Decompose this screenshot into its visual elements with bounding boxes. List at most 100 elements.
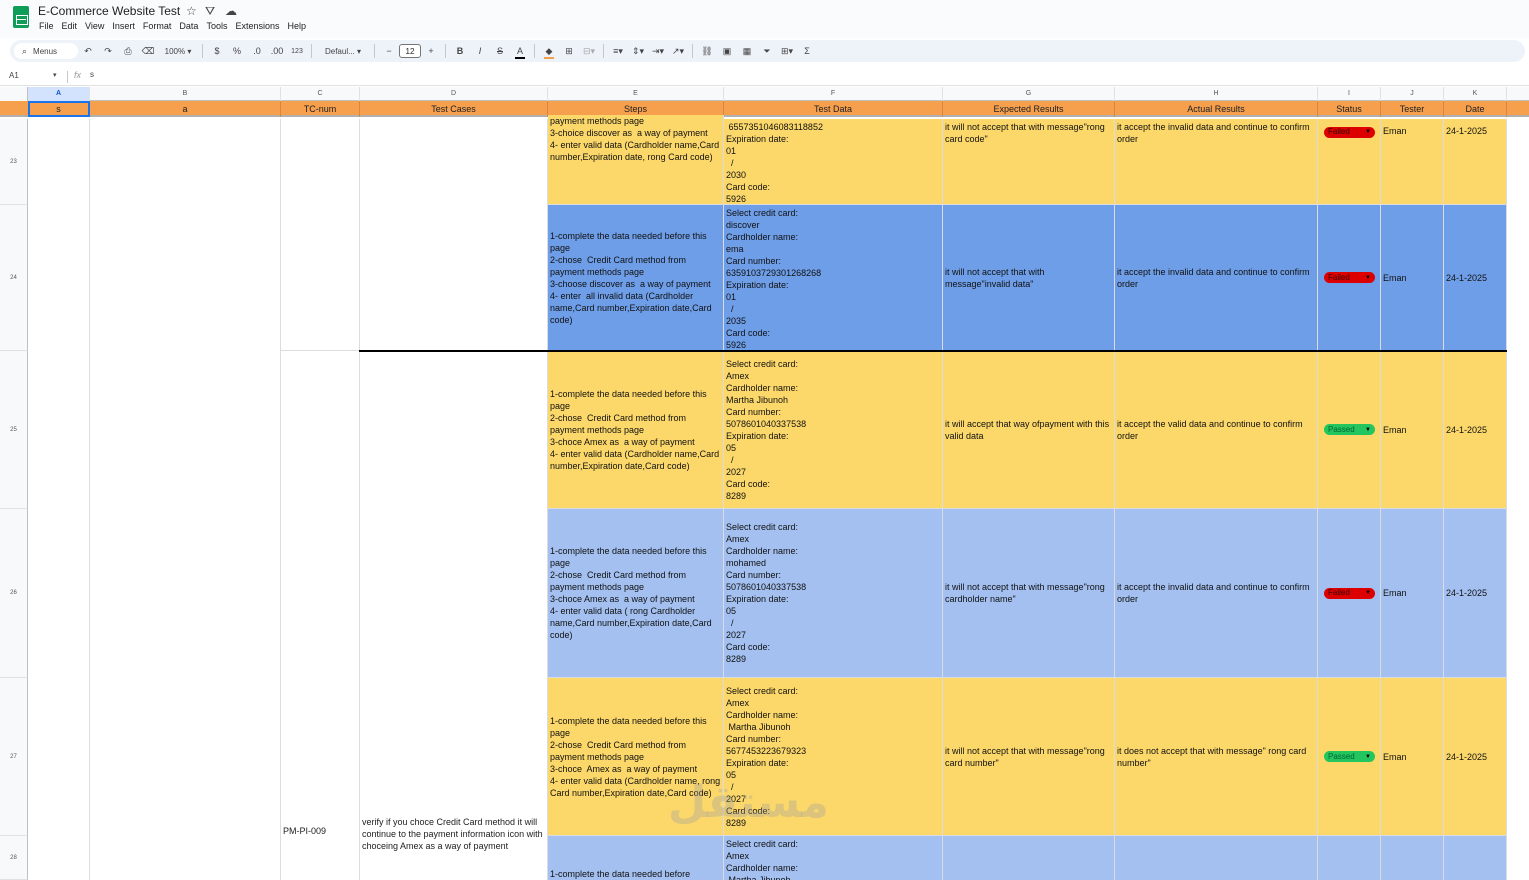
status-cell[interactable]: Failed ▼ <box>1318 205 1381 351</box>
insert-comment-icon[interactable]: ▣ <box>719 42 735 60</box>
header-cell-tester[interactable]: Tester <box>1381 101 1444 117</box>
header-cell-a[interactable]: s <box>28 101 90 117</box>
steps-cell[interactable]: 1-complete the data needed before this p… <box>548 205 724 351</box>
currency-format-button[interactable]: $ <box>209 42 225 60</box>
actual-results-cell[interactable]: it accept the invalid data and continue … <box>1115 509 1318 678</box>
steps-cell[interactable]: 1-complete the data needed before this p… <box>548 351 724 509</box>
menu-insert[interactable]: Insert <box>112 21 139 31</box>
fill-color-icon[interactable]: ◆ <box>541 42 557 60</box>
status-cell[interactable] <box>1318 836 1381 880</box>
header-cell-test-data[interactable]: Test Data <box>724 101 943 117</box>
menu-data[interactable]: Data <box>179 21 202 31</box>
actual-results-cell[interactable]: it accept the valid data and continue to… <box>1115 351 1318 509</box>
row-number[interactable]: 23 <box>0 119 28 205</box>
steps-cell[interactable]: 1-complete the data needed before <box>548 836 724 880</box>
status-cell[interactable]: Passed ▼ <box>1318 678 1381 836</box>
test-data-cell[interactable]: Select credit card: Amex Cardholder name… <box>724 351 943 509</box>
column-header-g[interactable]: G <box>943 87 1115 101</box>
steps-cell[interactable]: payment methods page 3-choice discover a… <box>548 115 724 205</box>
column-header-e[interactable]: E <box>548 87 724 101</box>
sheets-logo-icon[interactable] <box>13 6 29 28</box>
row-number[interactable]: 27 <box>0 678 28 836</box>
header-cell-actual-results[interactable]: Actual Results <box>1115 101 1318 117</box>
paint-format-icon[interactable]: ⌫ <box>140 42 156 60</box>
header-cell-date[interactable]: Date <box>1444 101 1507 117</box>
menu-help[interactable]: Help <box>287 21 310 31</box>
row-number[interactable]: 24 <box>0 205 28 351</box>
status-chip[interactable]: Failed ▼ <box>1324 126 1375 138</box>
undo-icon[interactable]: ↶ <box>80 42 96 60</box>
vertical-align-icon[interactable]: ⇕▾ <box>630 42 646 60</box>
status-chip[interactable]: Failed ▼ <box>1324 272 1375 283</box>
search-menus-box[interactable]: ⌕ Menus <box>14 43 78 59</box>
filter-icon[interactable]: ⏷ <box>759 42 775 60</box>
chevron-down-icon[interactable]: ▾ <box>53 71 57 79</box>
column-header-h[interactable]: H <box>1115 87 1318 101</box>
status-chip[interactable]: Passed ▼ <box>1324 751 1375 762</box>
zoom-select[interactable]: 100% ▾ <box>160 42 196 60</box>
tester-cell[interactable]: Eman <box>1381 509 1444 678</box>
date-cell[interactable]: 24-1-2025 <box>1444 119 1507 205</box>
bold-button[interactable]: B <box>452 42 468 60</box>
decrease-decimal-button[interactable]: .0 <box>249 42 265 60</box>
actual-results-cell[interactable]: it accept the invalid data and continue … <box>1115 119 1318 205</box>
name-box[interactable]: A1 <box>9 71 19 80</box>
date-cell[interactable]: 24-1-2025 <box>1444 678 1507 836</box>
column-header-k[interactable]: K <box>1444 87 1507 101</box>
strikethrough-button[interactable]: S <box>492 42 508 60</box>
formula-input[interactable]: s <box>90 70 94 79</box>
date-cell[interactable]: 24-1-2025 <box>1444 509 1507 678</box>
header-cell-b[interactable]: a <box>90 101 281 117</box>
expected-results-cell[interactable]: it will not accept that with message"ron… <box>943 509 1115 678</box>
tester-cell[interactable]: Eman <box>1381 678 1444 836</box>
text-wrapping-icon[interactable]: ⇥▾ <box>650 42 666 60</box>
row-number[interactable]: 28 <box>0 836 28 880</box>
header-cell-tc-num[interactable]: TC-num <box>281 101 360 117</box>
test-data-cell[interactable]: Select credit card: discover Cardholder … <box>724 205 943 351</box>
menu-edit[interactable]: Edit <box>62 21 82 31</box>
horizontal-align-icon[interactable]: ≡▾ <box>610 42 626 60</box>
status-cell[interactable]: Failed ▼ <box>1318 119 1381 205</box>
column-header-i[interactable]: I <box>1318 87 1381 101</box>
tester-cell[interactable]: Eman <box>1381 351 1444 509</box>
insert-chart-icon[interactable]: ▦ <box>739 42 755 60</box>
expected-results-cell[interactable]: it will not accept that with message"ron… <box>943 119 1115 205</box>
borders-icon[interactable]: ⊞ <box>561 42 577 60</box>
text-rotation-icon[interactable]: ↗▾ <box>670 42 686 60</box>
tester-cell[interactable] <box>1381 836 1444 880</box>
more-formats-button[interactable]: 123 <box>289 42 305 60</box>
select-all-corner[interactable] <box>0 87 28 101</box>
menu-extensions[interactable]: Extensions <box>235 21 283 31</box>
row-number[interactable]: 25 <box>0 351 28 509</box>
date-cell[interactable]: 24-1-2025 <box>1444 351 1507 509</box>
cloud-status-icon[interactable]: ☁ <box>225 4 237 18</box>
column-header-j[interactable]: J <box>1381 87 1444 101</box>
italic-button[interactable]: I <box>472 42 488 60</box>
star-icon[interactable]: ☆ <box>186 4 197 18</box>
status-cell[interactable]: Failed ▼ <box>1318 509 1381 678</box>
date-cell[interactable] <box>1444 836 1507 880</box>
header-cell-expected-results[interactable]: Expected Results <box>943 101 1115 117</box>
expected-results-cell[interactable]: it will not accept that with message"ron… <box>943 678 1115 836</box>
menu-file[interactable]: File <box>39 21 58 31</box>
increase-font-size-button[interactable]: + <box>423 42 439 60</box>
actual-results-cell[interactable]: it does not accept that with message" ro… <box>1115 678 1318 836</box>
status-chip[interactable]: Passed ▼ <box>1324 424 1375 435</box>
font-select[interactable]: Defaul... ▾ <box>318 42 368 60</box>
functions-button[interactable]: Σ <box>799 42 815 60</box>
menu-view[interactable]: View <box>85 21 108 31</box>
menu-format[interactable]: Format <box>143 21 176 31</box>
insert-link-icon[interactable]: ⛓ <box>699 42 715 60</box>
actual-results-cell[interactable] <box>1115 836 1318 880</box>
header-cell-status[interactable]: Status <box>1318 101 1381 117</box>
test-data-cell[interactable]: Select credit card: Amex Cardholder name… <box>724 836 943 880</box>
filter-views-icon[interactable]: ⊞▾ <box>779 42 795 60</box>
expected-results-cell[interactable] <box>943 836 1115 880</box>
percent-format-button[interactable]: % <box>229 42 245 60</box>
redo-icon[interactable]: ↷ <box>100 42 116 60</box>
row-number[interactable]: 26 <box>0 509 28 678</box>
move-folder-icon[interactable]: ⛛ <box>205 4 215 19</box>
status-chip[interactable]: Failed ▼ <box>1324 587 1375 599</box>
tester-cell[interactable]: Eman <box>1381 119 1444 205</box>
status-cell[interactable]: Passed ▼ <box>1318 351 1381 509</box>
